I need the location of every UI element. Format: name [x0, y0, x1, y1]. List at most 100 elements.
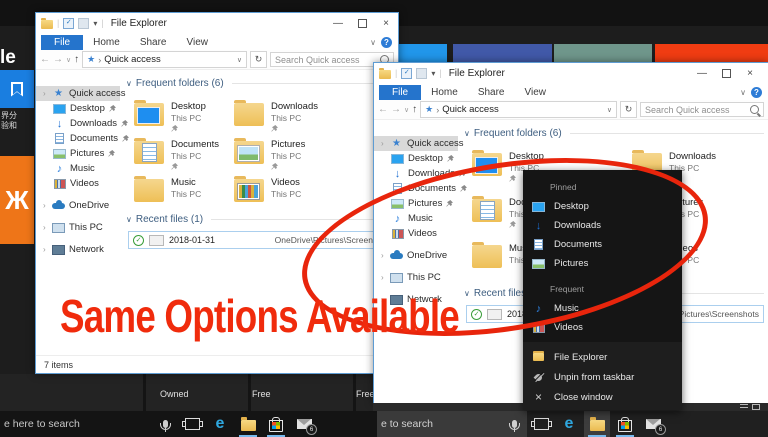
folder-tile[interactable]: Desktop This PC: [134, 98, 234, 136]
file-explorer-icon: [590, 420, 605, 431]
expand-icon[interactable]: ›: [43, 89, 48, 98]
sidebar-item[interactable]: › OneDrive: [36, 198, 120, 213]
folder-tile[interactable]: Music This PC: [134, 174, 234, 212]
microphone-icon[interactable]: [512, 420, 517, 428]
collapse-icon[interactable]: ∨: [126, 215, 132, 224]
refresh-button[interactable]: ↻: [250, 51, 267, 68]
file-explorer-button[interactable]: [235, 411, 261, 437]
details-view-icon[interactable]: [740, 404, 748, 410]
sidebar-item[interactable]: › Network: [36, 242, 120, 257]
tab-file[interactable]: File: [379, 85, 421, 100]
up-button[interactable]: ↑: [412, 104, 417, 115]
sidebar-item[interactable]: › Music: [36, 161, 120, 176]
store-tile-2[interactable]: [453, 44, 552, 64]
recent-locations-icon[interactable]: ∨: [66, 56, 71, 64]
breadcrumb[interactable]: ★ › Quick access ∨: [82, 51, 247, 68]
edge-button[interactable]: e: [556, 411, 582, 437]
tab-file[interactable]: File: [41, 35, 83, 50]
close-button[interactable]: ×: [738, 63, 762, 83]
ribbon-expand-icon[interactable]: ∨: [370, 38, 376, 47]
frequent-folders-header[interactable]: ∨ Frequent folders (6): [126, 78, 394, 89]
sidebar-item-icon: [391, 168, 404, 179]
back-button[interactable]: ←: [40, 54, 50, 65]
up-button[interactable]: ↑: [74, 54, 79, 65]
tab-share[interactable]: Share: [130, 35, 177, 50]
minimize-button[interactable]: —: [690, 63, 714, 83]
titlebar[interactable]: | ✓ ▾ | File Explorer — ×: [36, 13, 398, 33]
back-button[interactable]: ←: [378, 104, 388, 115]
task-view-button[interactable]: [528, 411, 554, 437]
qat-properties-icon[interactable]: ✓: [401, 68, 412, 79]
edge-button[interactable]: e: [207, 411, 233, 437]
folder-tile[interactable]: Downloads This PC: [234, 98, 394, 136]
jumplist-action[interactable]: File Explorer: [523, 347, 682, 367]
tab-view[interactable]: View: [177, 35, 219, 50]
maximize-button[interactable]: [350, 13, 374, 33]
refresh-button[interactable]: ↻: [620, 101, 637, 118]
qat-new-folder-icon[interactable]: [78, 18, 89, 29]
file-explorer-button[interactable]: [584, 411, 610, 437]
breadcrumb-location[interactable]: Quick access: [442, 104, 499, 115]
pin-icon: [108, 150, 115, 157]
collapse-icon[interactable]: ∨: [126, 79, 132, 88]
mail-badge: 6: [655, 424, 666, 435]
store-tile-3[interactable]: [554, 44, 652, 64]
help-icon[interactable]: ?: [751, 87, 762, 98]
sidebar-item[interactable]: › Downloads: [36, 116, 120, 131]
maximize-button[interactable]: [714, 63, 738, 83]
address-dropdown-icon[interactable]: ∨: [237, 56, 242, 64]
sidebar-item[interactable]: › Pictures: [36, 146, 120, 161]
taskbar-search-input[interactable]: e here to search: [0, 411, 178, 437]
tab-view[interactable]: View: [515, 85, 557, 100]
taskbar-search-input[interactable]: e to search: [377, 411, 527, 437]
sidebar-item[interactable]: › Desktop: [374, 151, 458, 166]
recent-locations-icon[interactable]: ∨: [404, 106, 409, 114]
forward-button[interactable]: →: [391, 104, 401, 115]
store-button[interactable]: [263, 411, 289, 437]
ribbon-expand-icon[interactable]: ∨: [740, 88, 746, 97]
sidebar-item[interactable]: › Documents: [36, 131, 120, 146]
mail-button[interactable]: 6: [640, 411, 666, 437]
titlebar[interactable]: | ✓ ▾ | File Explorer — ×: [374, 63, 768, 83]
store-tile-left-orange[interactable]: Ж: [0, 156, 34, 244]
frequent-folders-header[interactable]: ∨ Frequent folders (6): [464, 128, 764, 139]
tab-home[interactable]: Home: [421, 85, 468, 100]
mail-button[interactable]: 6: [291, 411, 317, 437]
store-tile-left-blue[interactable]: [0, 70, 34, 108]
close-button[interactable]: ×: [374, 13, 398, 33]
tab-home[interactable]: Home: [83, 35, 130, 50]
expand-icon[interactable]: ›: [381, 139, 386, 148]
help-icon[interactable]: ?: [381, 37, 392, 48]
qat-customize-icon[interactable]: ▾: [93, 19, 97, 28]
expand-icon[interactable]: ›: [43, 223, 48, 232]
sidebar-item[interactable]: › Desktop: [36, 101, 120, 116]
store-button[interactable]: [612, 411, 638, 437]
store-tile-4[interactable]: [655, 44, 768, 64]
forward-button[interactable]: →: [53, 54, 63, 65]
search-input[interactable]: Search Quick access: [640, 102, 764, 117]
breadcrumb-location[interactable]: Quick access: [104, 54, 161, 65]
sidebar-item[interactable]: › Videos: [36, 176, 120, 191]
expand-icon[interactable]: ›: [43, 201, 48, 210]
breadcrumb[interactable]: ★ › Quick access ∨: [420, 101, 617, 118]
expand-icon[interactable]: ›: [43, 245, 48, 254]
thumbnail-view-icon[interactable]: [752, 404, 760, 410]
folder-tile[interactable]: Pictures This PC: [234, 136, 394, 174]
collapse-icon[interactable]: ∨: [464, 129, 470, 138]
qat-customize-icon[interactable]: ▾: [431, 69, 435, 78]
minimize-button[interactable]: —: [326, 13, 350, 33]
pin-icon: [171, 163, 219, 170]
jumplist-action[interactable]: Close window: [523, 387, 682, 407]
qat-properties-icon[interactable]: ✓: [63, 18, 74, 29]
microphone-icon[interactable]: [163, 420, 168, 428]
sidebar-item[interactable]: › This PC: [36, 220, 120, 235]
task-view-icon: [534, 418, 549, 430]
qat-new-folder-icon[interactable]: [416, 68, 427, 79]
address-dropdown-icon[interactable]: ∨: [607, 106, 612, 114]
folder-tile[interactable]: Documents This PC: [134, 136, 234, 174]
task-view-button[interactable]: [179, 411, 205, 437]
sidebar-item[interactable]: › Quick access: [36, 86, 120, 101]
tab-share[interactable]: Share: [468, 85, 515, 100]
jumplist-action[interactable]: Unpin from taskbar: [523, 367, 682, 387]
sidebar-item[interactable]: › Quick access: [374, 136, 458, 151]
